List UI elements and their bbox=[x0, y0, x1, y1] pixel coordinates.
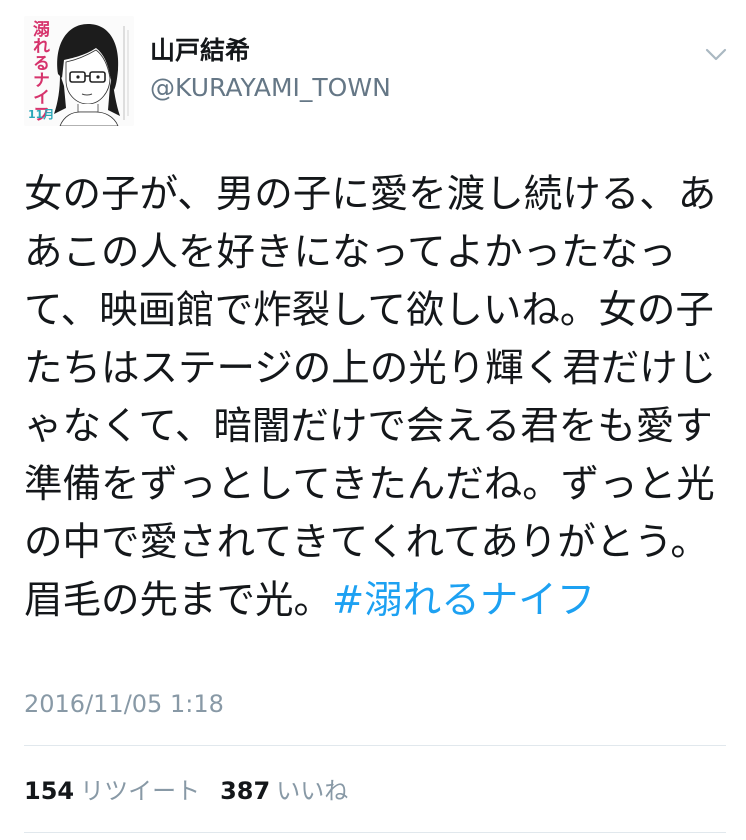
retweets-stat[interactable]: 154 リツイート bbox=[24, 776, 200, 806]
divider bbox=[24, 745, 726, 746]
tweet-stats: 154 リツイート 387 いいね bbox=[24, 776, 348, 806]
tweet-text: 女の子が、男の子に愛を渡し続ける、ああこの人を好きになってよかったなって、映画館… bbox=[24, 166, 724, 630]
user-handle[interactable]: @KURAYAMI_TOWN bbox=[150, 73, 391, 103]
tweet-timestamp[interactable]: 2016/11/05 1:18 bbox=[24, 689, 224, 719]
likes-label: いいね bbox=[276, 777, 349, 805]
hashtag-link[interactable]: #溺れるナイフ bbox=[332, 578, 595, 623]
avatar-volume-text: 11月 bbox=[28, 108, 55, 121]
likes-stat[interactable]: 387 いいね bbox=[220, 776, 348, 806]
display-name[interactable]: 山戸結希 bbox=[150, 36, 250, 66]
avatar[interactable]: 溺れるナイフ 11月 bbox=[24, 16, 134, 126]
divider bbox=[24, 832, 726, 833]
likes-count: 387 bbox=[220, 777, 271, 805]
retweets-label: リツイート bbox=[80, 777, 201, 805]
retweets-count: 154 bbox=[24, 777, 75, 805]
tweet-card: 溺れるナイフ 11月 山戸結希 @KURAYAMI_TOWN 女の子が、男の子に… bbox=[0, 0, 746, 840]
tweet-body: 女の子が、男の子に愛を渡し続ける、ああこの人を好きになってよかったなって、映画館… bbox=[24, 172, 717, 623]
chevron-down-icon[interactable] bbox=[704, 44, 728, 64]
